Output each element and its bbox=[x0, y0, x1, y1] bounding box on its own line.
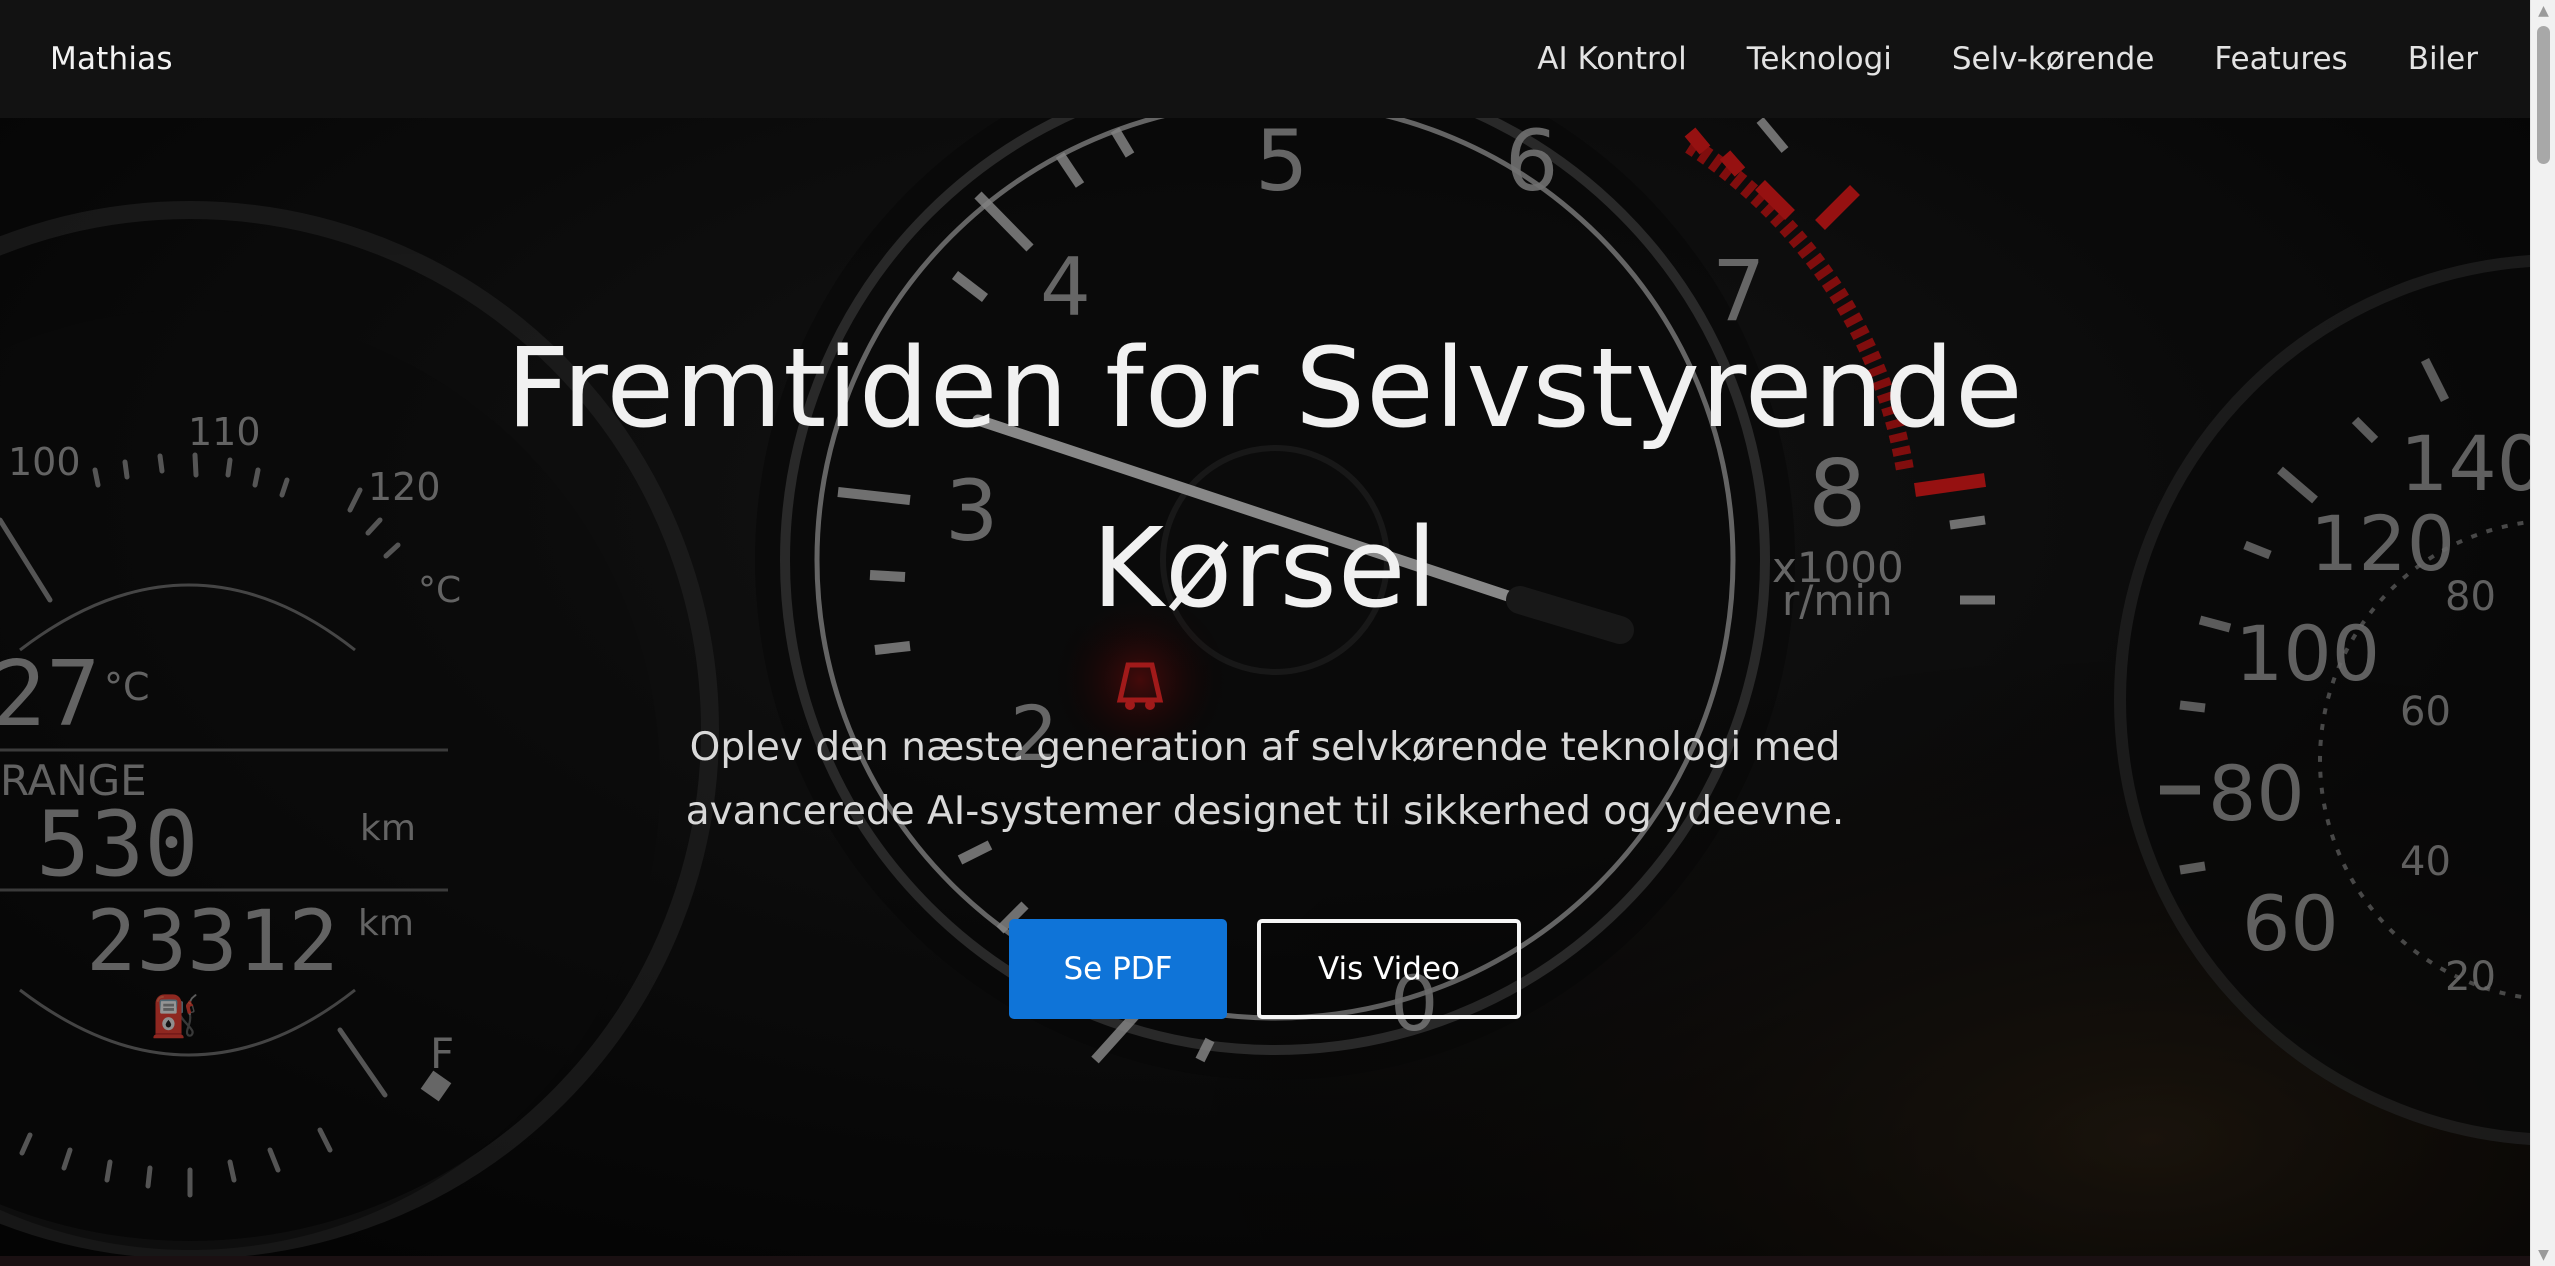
nav-links: AI Kontrol Teknologi Selv-kørende Featur… bbox=[1537, 41, 2480, 77]
hero-title: Fremtiden for Selvstyrende Kørsel bbox=[506, 324, 2024, 632]
brand-logo[interactable]: Mathias bbox=[50, 41, 173, 77]
hero-actions: Se PDF Vis Video bbox=[1009, 919, 1521, 1019]
page-scrollbar[interactable]: ▲ ▼ bbox=[2530, 0, 2555, 1266]
nav-link-teknologi[interactable]: Teknologi bbox=[1747, 41, 1892, 77]
scroll-thumb[interactable] bbox=[2537, 26, 2550, 164]
vis-video-button[interactable]: Vis Video bbox=[1257, 919, 1521, 1019]
page-viewport: 100 110 120 °C 27 °C RANGE 530 km 23312 … bbox=[0, 0, 2530, 1266]
se-pdf-button[interactable]: Se PDF bbox=[1009, 919, 1227, 1019]
nav-link-biler[interactable]: Biler bbox=[2408, 41, 2478, 77]
top-navbar: Mathias AI Kontrol Teknologi Selv-kørend… bbox=[0, 0, 2530, 118]
scroll-up-icon[interactable]: ▲ bbox=[2531, 0, 2555, 22]
scroll-down-icon[interactable]: ▼ bbox=[2531, 1244, 2555, 1266]
nav-link-features[interactable]: Features bbox=[2214, 41, 2347, 77]
hero-subtitle: Oplev den næste generation af selvkørend… bbox=[685, 725, 1845, 834]
next-section-edge bbox=[0, 1256, 2530, 1266]
nav-link-selv-korende[interactable]: Selv-kørende bbox=[1952, 41, 2155, 77]
hero-section: Fremtiden for Selvstyrende Kørsel Oplev … bbox=[0, 118, 2530, 1256]
nav-link-ai-kontrol[interactable]: AI Kontrol bbox=[1537, 41, 1686, 77]
